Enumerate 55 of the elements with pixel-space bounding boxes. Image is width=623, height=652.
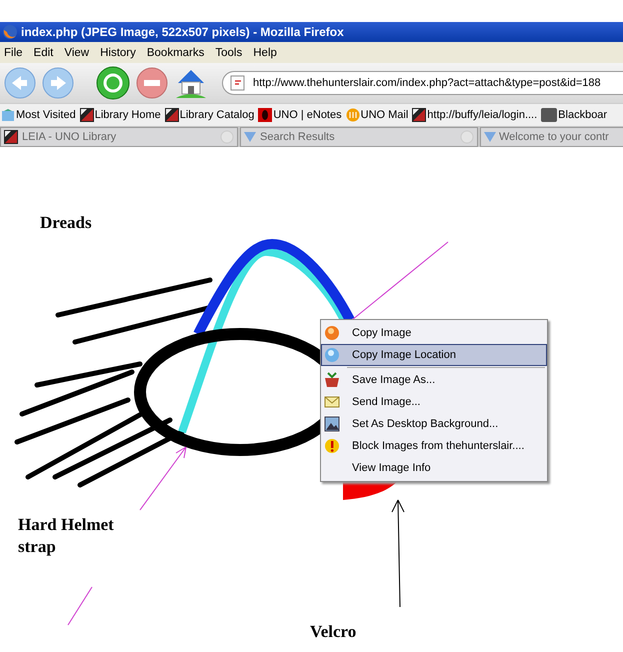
menu-item[interactable]: Tools	[215, 46, 242, 58]
bb-logo-icon	[541, 108, 558, 122]
close-icon[interactable]	[220, 130, 234, 144]
bookmark-link[interactable]: UNO Mail	[360, 109, 408, 121]
menu-item[interactable]: File	[4, 46, 23, 58]
forward-icon[interactable]	[42, 67, 74, 99]
browser-tab[interactable]: Search Results	[240, 127, 478, 147]
sphere-icon	[324, 347, 340, 363]
drawing-label: strap	[18, 537, 56, 556]
menu-item[interactable]: Bookmarks	[146, 46, 204, 58]
context-menu-item[interactable]: Send Image...	[321, 391, 547, 413]
page-icon	[229, 75, 247, 91]
context-menu-item[interactable]: Set As Desktop Background...	[321, 413, 547, 435]
bookmark-link[interactable]: Most Visited	[16, 109, 76, 121]
bookmark-link[interactable]: Library Home	[94, 109, 161, 121]
drawing-label: Hard Helmet	[18, 515, 114, 534]
menu-item[interactable]: History	[100, 46, 136, 58]
bookmark-page-icon	[4, 130, 18, 144]
address-field[interactable]: http://www.thehunterslair.com/index.php?act=attach&type=post&id=188	[222, 71, 623, 95]
triangle-icon	[484, 131, 496, 143]
drawing-label: Velcro	[310, 622, 356, 641]
reload-icon[interactable]	[96, 66, 130, 100]
basket-icon	[324, 372, 340, 388]
context-menu-item[interactable]: Copy Image Location	[321, 344, 547, 366]
window-title: index.php (JPEG Image, 522x507 pixels) - Mozilla Firefox	[21, 25, 344, 39]
bookmark-page-icon	[80, 108, 94, 122]
context-menu-item[interactable]: Save Image As...	[321, 369, 547, 391]
bookmark-link[interactable]: Blackboar	[558, 109, 608, 121]
ball-icon	[324, 325, 340, 341]
triangle-icon	[244, 131, 256, 143]
firefox-logo-icon	[2, 24, 18, 40]
bookmark-page-icon	[164, 108, 179, 122]
context-menu-item[interactable]: Copy Image	[321, 322, 547, 344]
bookmark-link[interactable]: UNO | eNotes	[273, 109, 342, 121]
round-badge-icon	[346, 108, 360, 122]
browser-tab[interactable]: Welcome to your contr	[480, 127, 623, 147]
bookmark-link[interactable]: Library Catalog	[180, 109, 254, 121]
pointer-arrow	[140, 446, 186, 510]
bookmark-link[interactable]: http://buffy/leia/login....	[427, 109, 538, 121]
menu-item[interactable]: View	[64, 46, 90, 58]
menu-item[interactable]: Help	[253, 46, 277, 58]
warning-icon	[324, 438, 340, 454]
close-icon[interactable]	[460, 130, 474, 144]
picture-icon	[324, 416, 340, 432]
stop-icon[interactable]	[136, 67, 168, 99]
bookmark-page-icon	[412, 108, 426, 122]
context-menu-item[interactable]: View Image Info	[321, 457, 547, 479]
menu-item[interactable]: Edit	[34, 46, 54, 58]
star-folder-icon	[1, 108, 15, 122]
envelope-icon	[324, 394, 340, 410]
context-menu-item[interactable]: Block Images from thehunterslair....	[321, 435, 547, 457]
back-icon[interactable]	[4, 67, 36, 99]
drawing-label: Dreads	[40, 213, 92, 232]
bookmark-page-icon	[258, 108, 272, 122]
browser-tab[interactable]: LEIA - UNO Library	[0, 127, 238, 147]
